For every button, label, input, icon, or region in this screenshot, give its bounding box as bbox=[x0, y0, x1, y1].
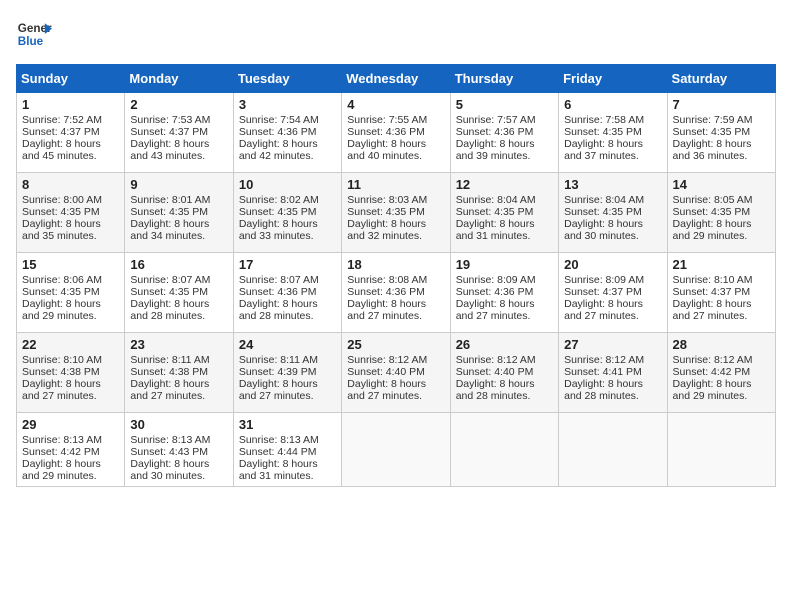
calendar-cell: 14Sunrise: 8:05 AMSunset: 4:35 PMDayligh… bbox=[667, 173, 775, 253]
calendar-cell: 30Sunrise: 8:13 AMSunset: 4:43 PMDayligh… bbox=[125, 413, 233, 487]
logo-icon: General Blue bbox=[16, 16, 52, 52]
calendar-cell: 16Sunrise: 8:07 AMSunset: 4:35 PMDayligh… bbox=[125, 253, 233, 333]
calendar-cell: 12Sunrise: 8:04 AMSunset: 4:35 PMDayligh… bbox=[450, 173, 558, 253]
calendar-week-row: 22Sunrise: 8:10 AMSunset: 4:38 PMDayligh… bbox=[17, 333, 776, 413]
calendar-table: SundayMondayTuesdayWednesdayThursdayFrid… bbox=[16, 64, 776, 487]
calendar-cell: 2Sunrise: 7:53 AMSunset: 4:37 PMDaylight… bbox=[125, 93, 233, 173]
day-number: 29 bbox=[22, 417, 119, 432]
calendar-weekday-sunday: Sunday bbox=[17, 65, 125, 93]
calendar-week-row: 29Sunrise: 8:13 AMSunset: 4:42 PMDayligh… bbox=[17, 413, 776, 487]
day-number: 8 bbox=[22, 177, 119, 192]
calendar-cell: 23Sunrise: 8:11 AMSunset: 4:38 PMDayligh… bbox=[125, 333, 233, 413]
day-number: 3 bbox=[239, 97, 336, 112]
calendar-cell: 6Sunrise: 7:58 AMSunset: 4:35 PMDaylight… bbox=[559, 93, 667, 173]
calendar-cell: 8Sunrise: 8:00 AMSunset: 4:35 PMDaylight… bbox=[17, 173, 125, 253]
calendar-cell: 15Sunrise: 8:06 AMSunset: 4:35 PMDayligh… bbox=[17, 253, 125, 333]
day-number: 23 bbox=[130, 337, 227, 352]
day-number: 28 bbox=[673, 337, 770, 352]
day-number: 5 bbox=[456, 97, 553, 112]
calendar-weekday-monday: Monday bbox=[125, 65, 233, 93]
day-number: 15 bbox=[22, 257, 119, 272]
day-number: 24 bbox=[239, 337, 336, 352]
calendar-cell: 11Sunrise: 8:03 AMSunset: 4:35 PMDayligh… bbox=[342, 173, 450, 253]
day-number: 16 bbox=[130, 257, 227, 272]
calendar-cell: 22Sunrise: 8:10 AMSunset: 4:38 PMDayligh… bbox=[17, 333, 125, 413]
calendar-cell: 18Sunrise: 8:08 AMSunset: 4:36 PMDayligh… bbox=[342, 253, 450, 333]
header: General Blue bbox=[16, 16, 776, 52]
calendar-cell: 31Sunrise: 8:13 AMSunset: 4:44 PMDayligh… bbox=[233, 413, 341, 487]
calendar-cell: 5Sunrise: 7:57 AMSunset: 4:36 PMDaylight… bbox=[450, 93, 558, 173]
day-number: 18 bbox=[347, 257, 444, 272]
day-number: 10 bbox=[239, 177, 336, 192]
calendar-weekday-friday: Friday bbox=[559, 65, 667, 93]
svg-text:Blue: Blue bbox=[18, 35, 44, 48]
calendar-weekday-saturday: Saturday bbox=[667, 65, 775, 93]
calendar-cell: 17Sunrise: 8:07 AMSunset: 4:36 PMDayligh… bbox=[233, 253, 341, 333]
calendar-cell: 3Sunrise: 7:54 AMSunset: 4:36 PMDaylight… bbox=[233, 93, 341, 173]
calendar-cell: 10Sunrise: 8:02 AMSunset: 4:35 PMDayligh… bbox=[233, 173, 341, 253]
calendar-cell bbox=[342, 413, 450, 487]
day-number: 22 bbox=[22, 337, 119, 352]
day-number: 9 bbox=[130, 177, 227, 192]
calendar-cell bbox=[450, 413, 558, 487]
calendar-weekday-thursday: Thursday bbox=[450, 65, 558, 93]
calendar-week-row: 15Sunrise: 8:06 AMSunset: 4:35 PMDayligh… bbox=[17, 253, 776, 333]
calendar-cell bbox=[559, 413, 667, 487]
calendar-cell: 20Sunrise: 8:09 AMSunset: 4:37 PMDayligh… bbox=[559, 253, 667, 333]
calendar-cell: 9Sunrise: 8:01 AMSunset: 4:35 PMDaylight… bbox=[125, 173, 233, 253]
calendar-weekday-tuesday: Tuesday bbox=[233, 65, 341, 93]
day-number: 13 bbox=[564, 177, 661, 192]
day-number: 20 bbox=[564, 257, 661, 272]
calendar-cell: 29Sunrise: 8:13 AMSunset: 4:42 PMDayligh… bbox=[17, 413, 125, 487]
calendar-cell: 1Sunrise: 7:52 AMSunset: 4:37 PMDaylight… bbox=[17, 93, 125, 173]
day-number: 25 bbox=[347, 337, 444, 352]
day-number: 17 bbox=[239, 257, 336, 272]
calendar-cell: 4Sunrise: 7:55 AMSunset: 4:36 PMDaylight… bbox=[342, 93, 450, 173]
day-number: 21 bbox=[673, 257, 770, 272]
calendar-cell: 27Sunrise: 8:12 AMSunset: 4:41 PMDayligh… bbox=[559, 333, 667, 413]
day-number: 1 bbox=[22, 97, 119, 112]
calendar-cell: 21Sunrise: 8:10 AMSunset: 4:37 PMDayligh… bbox=[667, 253, 775, 333]
calendar-cell: 26Sunrise: 8:12 AMSunset: 4:40 PMDayligh… bbox=[450, 333, 558, 413]
calendar-cell: 7Sunrise: 7:59 AMSunset: 4:35 PMDaylight… bbox=[667, 93, 775, 173]
day-number: 12 bbox=[456, 177, 553, 192]
day-number: 14 bbox=[673, 177, 770, 192]
day-number: 26 bbox=[456, 337, 553, 352]
day-number: 27 bbox=[564, 337, 661, 352]
day-number: 4 bbox=[347, 97, 444, 112]
day-number: 2 bbox=[130, 97, 227, 112]
calendar-week-row: 8Sunrise: 8:00 AMSunset: 4:35 PMDaylight… bbox=[17, 173, 776, 253]
calendar-cell: 28Sunrise: 8:12 AMSunset: 4:42 PMDayligh… bbox=[667, 333, 775, 413]
calendar-week-row: 1Sunrise: 7:52 AMSunset: 4:37 PMDaylight… bbox=[17, 93, 776, 173]
calendar-cell: 13Sunrise: 8:04 AMSunset: 4:35 PMDayligh… bbox=[559, 173, 667, 253]
calendar-cell bbox=[667, 413, 775, 487]
calendar-weekday-wednesday: Wednesday bbox=[342, 65, 450, 93]
day-number: 7 bbox=[673, 97, 770, 112]
calendar-cell: 19Sunrise: 8:09 AMSunset: 4:36 PMDayligh… bbox=[450, 253, 558, 333]
day-number: 31 bbox=[239, 417, 336, 432]
calendar-header-row: SundayMondayTuesdayWednesdayThursdayFrid… bbox=[17, 65, 776, 93]
day-number: 30 bbox=[130, 417, 227, 432]
day-number: 6 bbox=[564, 97, 661, 112]
calendar-cell: 25Sunrise: 8:12 AMSunset: 4:40 PMDayligh… bbox=[342, 333, 450, 413]
calendar-cell: 24Sunrise: 8:11 AMSunset: 4:39 PMDayligh… bbox=[233, 333, 341, 413]
day-number: 19 bbox=[456, 257, 553, 272]
logo: General Blue bbox=[16, 16, 52, 52]
day-number: 11 bbox=[347, 177, 444, 192]
